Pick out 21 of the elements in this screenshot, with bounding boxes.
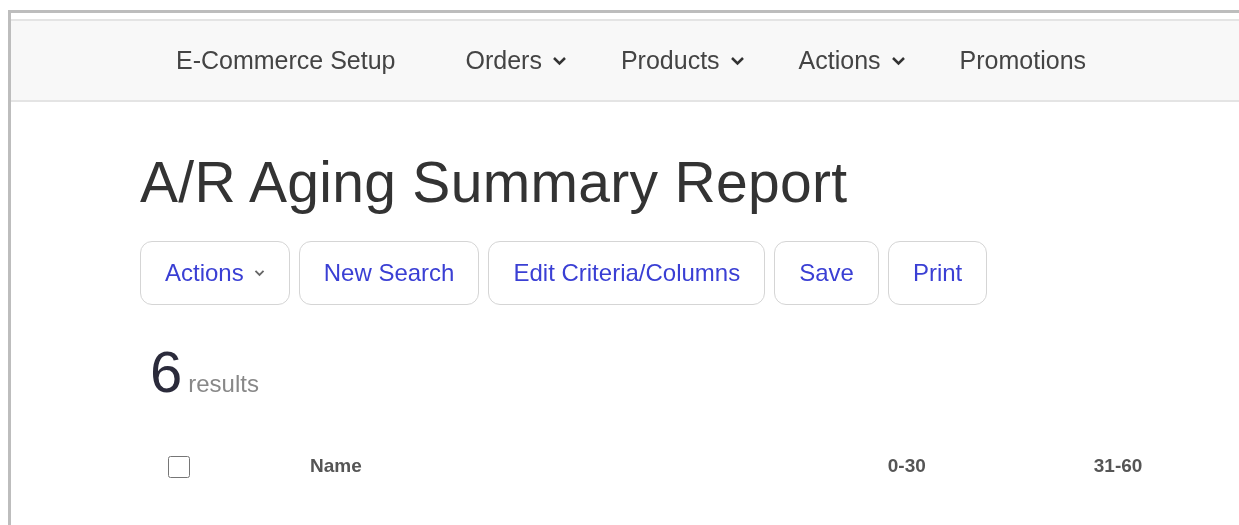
results-label: results [188, 369, 259, 400]
result-count: 6 [150, 343, 183, 402]
chevron-down-icon [551, 55, 567, 66]
nav-dropdown[interactable]: Products [614, 41, 751, 80]
toolbar-button[interactable]: Save [774, 241, 879, 306]
chevron-down-icon [729, 55, 745, 66]
actions-dropdown-button[interactable]: Actions [140, 241, 290, 306]
chevron-down-icon [890, 55, 906, 66]
nav-dropdown[interactable]: Actions [792, 41, 912, 80]
chevron-down-icon [253, 268, 265, 279]
select-all-checkbox[interactable] [168, 455, 190, 478]
toolbar-button[interactable]: Print [887, 241, 988, 306]
toolbar-button[interactable]: Edit Criteria/Columns [488, 241, 766, 306]
nav-link[interactable]: E-Commerce Setup [170, 41, 402, 80]
nav-link[interactable]: Promotions [953, 41, 1093, 80]
page-title: A/R Aging Summary Report [140, 149, 849, 216]
toolbar-button[interactable]: New Search [298, 241, 480, 306]
nav-dropdown[interactable]: Orders [459, 41, 573, 80]
column-header: 31-60 [1093, 454, 1143, 479]
column-header: 0-30 [887, 454, 926, 479]
column-header: Name [310, 454, 362, 479]
